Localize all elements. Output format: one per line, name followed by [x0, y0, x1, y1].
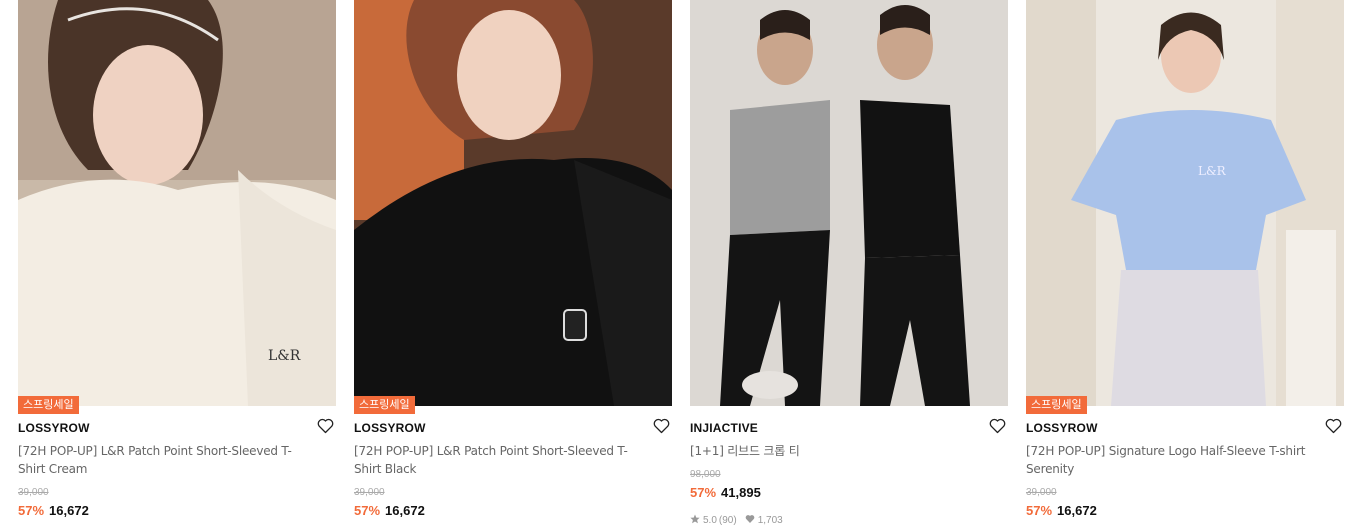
heart-icon: [745, 514, 755, 527]
heart-icon[interactable]: [653, 418, 670, 434]
price-row: 57% 16,672: [18, 503, 89, 518]
sale-price: 41,895: [721, 485, 761, 500]
original-price: 39,000: [1026, 487, 1057, 498]
sale-price: 16,672: [49, 503, 89, 518]
product-name[interactable]: [1+1] 리브드 크롭 티: [690, 442, 990, 460]
product-image[interactable]: [690, 0, 1008, 406]
review-count: (90): [718, 515, 737, 526]
discount-rate: 57%: [354, 503, 381, 518]
svg-text:L&R: L&R: [268, 348, 301, 364]
original-price: 98,000: [690, 469, 721, 480]
product-image[interactable]: L&R: [1026, 0, 1344, 406]
brand-name[interactable]: LOSSYROW: [354, 421, 426, 435]
product-card[interactable]: 스프링세일 LOSSYROW [72H POP-UP] L&R Patch Po…: [354, 0, 672, 532]
discount-rate: 57%: [690, 485, 717, 500]
brand-name[interactable]: LOSSYROW: [1026, 421, 1098, 435]
brand-name[interactable]: LOSSYROW: [18, 421, 90, 435]
discount-rate: 57%: [18, 503, 45, 518]
sale-badge: 스프링세일: [18, 396, 79, 414]
product-image[interactable]: [354, 0, 672, 406]
product-card[interactable]: L&R 스프링세일 LOSSYROW [72H POP-UP] L&R Patc…: [18, 0, 336, 532]
heart-icon[interactable]: [317, 418, 334, 434]
product-card[interactable]: L&R 스프링세일 LOSSYROW [72H POP-UP] Signatur…: [1026, 0, 1344, 532]
heart-icon[interactable]: [1325, 418, 1342, 434]
product-image[interactable]: L&R: [18, 0, 336, 406]
brand-name[interactable]: INJIACTIVE: [690, 421, 758, 435]
rating-value: 5.0: [703, 515, 717, 526]
product-name[interactable]: [72H POP-UP] L&R Patch Point Short-Sleev…: [354, 442, 654, 478]
product-name[interactable]: [72H POP-UP] L&R Patch Point Short-Sleev…: [18, 442, 318, 478]
price-row: 57% 16,672: [354, 503, 425, 518]
original-price: 39,000: [354, 487, 385, 498]
price-row: 57% 16,672: [1026, 503, 1097, 518]
product-name[interactable]: [72H POP-UP] Signature Logo Half-Sleeve …: [1026, 442, 1326, 478]
discount-rate: 57%: [1026, 503, 1053, 518]
sale-price: 16,672: [1057, 503, 1097, 518]
heart-icon[interactable]: [989, 418, 1006, 434]
sale-badge: 스프링세일: [354, 396, 415, 414]
svg-text:L&R: L&R: [1198, 164, 1227, 178]
like-count: 1,703: [757, 515, 783, 526]
sale-price: 16,672: [385, 503, 425, 518]
product-grid: L&R 스프링세일 LOSSYROW [72H POP-UP] L&R Patc…: [0, 0, 1356, 532]
product-card[interactable]: INJIACTIVE [1+1] 리브드 크롭 티 98,000 57% 41,8…: [690, 0, 1008, 532]
original-price: 39,000: [18, 487, 49, 498]
price-row: 57% 41,895: [690, 485, 761, 500]
rating-row: 5.0 (90) 1,703: [690, 514, 783, 527]
sale-badge: 스프링세일: [1026, 396, 1087, 414]
star-icon: [690, 514, 700, 527]
